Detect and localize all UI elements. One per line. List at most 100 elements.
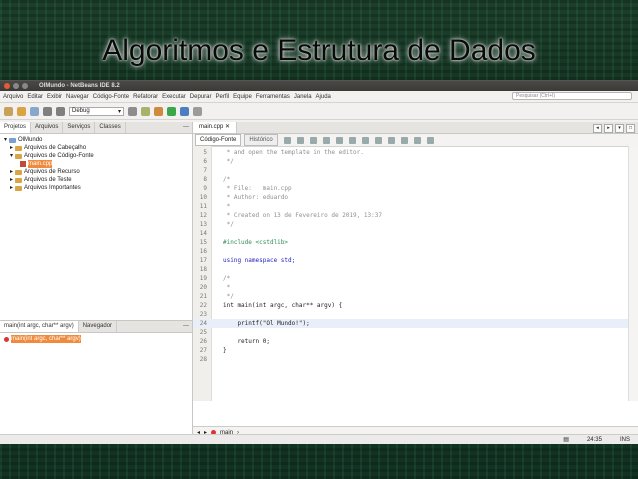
code-line[interactable]: 24 printf("Ol Mundo!"); [193,319,628,328]
tree-item-headers[interactable]: ▸ Arquivos de Cabeçalho [4,144,188,152]
code-line[interactable]: 23 [193,310,628,319]
code-line[interactable]: 10 * Author: eduardo [193,193,628,202]
code-line[interactable]: 21 */ [193,292,628,301]
notification-icon[interactable]: ▤ [563,436,569,443]
menu-equipe[interactable]: Equipe [233,94,252,100]
uncomment-icon[interactable] [426,136,434,144]
code-line[interactable]: 16 [193,247,628,256]
record-macro-icon[interactable] [387,136,395,144]
menu-perfil[interactable]: Perfil [215,94,229,100]
tree-item-project[interactable]: ▾ OlMundo [4,136,188,144]
menu-codigo-fonte[interactable]: Código-Fonte [93,94,129,100]
settings-icon[interactable] [128,106,137,116]
clean-build-icon[interactable] [154,106,163,116]
tree-item-tests[interactable]: ▸ Arquivos de Teste [4,176,188,184]
code-line[interactable]: 11 * [193,202,628,211]
pane-minimize-icon[interactable]: — [183,321,189,332]
code-line[interactable]: 17 using namespace std; [193,256,628,265]
maximize-icon[interactable]: □ [626,124,635,133]
code-line[interactable]: 8 /* [193,175,628,184]
code-line[interactable]: 12 * Created on 13 de Fevereiro de 2019,… [193,211,628,220]
menu-editar[interactable]: Editar [27,94,43,100]
undo-icon[interactable] [43,106,52,116]
redo-icon[interactable] [56,106,65,116]
tab-history[interactable]: Histórico [244,134,278,146]
new-file-icon[interactable] [4,106,13,116]
new-project-icon[interactable] [17,106,26,116]
tree-item-sources[interactable]: ▾ Arquivos de Código-Fonte [4,152,188,160]
code-line[interactable]: 5 * and open the template in the editor. [193,148,628,157]
maximize-icon[interactable] [22,83,28,89]
back-icon[interactable] [296,136,304,144]
tab-navegador[interactable]: Navegador [79,321,118,332]
build-icon[interactable] [141,106,150,116]
comment-icon[interactable] [413,136,421,144]
run-icon[interactable] [167,106,176,116]
tab-servicos[interactable]: Serviços [63,122,96,133]
code-editor[interactable]: 5 * and open the template in the editor.… [193,146,628,401]
line-number: 27 [199,347,207,354]
code-line[interactable]: 13 */ [193,220,628,229]
tree-item-important[interactable]: ▸ Arquivos Importantes [4,184,188,192]
line-number: 17 [199,257,207,264]
shift-left-icon[interactable] [361,136,369,144]
find-icon[interactable] [322,136,330,144]
tab-projetos[interactable]: Projetos [0,122,32,133]
code-line[interactable]: 7 [193,166,628,175]
shift-right-icon[interactable] [374,136,382,144]
code-line[interactable]: 27} [193,346,628,355]
stop-macro-icon[interactable] [400,136,408,144]
cpp-file-icon [20,161,26,167]
menu-ferramentas[interactable]: Ferramentas [256,94,290,100]
tree-item-resources[interactable]: ▸ Arquivos de Recurso [4,168,188,176]
code-line[interactable]: 15 #include <cstdlib> [193,238,628,247]
code-line[interactable]: 19 /* [193,274,628,283]
menu-ajuda[interactable]: Ajuda [316,94,331,100]
tab-source[interactable]: Código-Fonte [195,134,242,146]
code-line[interactable]: 9 * File: main.cpp [193,184,628,193]
last-edit-icon[interactable] [283,136,291,144]
tab-navigator-member[interactable]: main(int argc, char** argv) [0,321,79,332]
menu-janela[interactable]: Janela [294,94,312,100]
code-line[interactable]: 18 [193,265,628,274]
tab-main-cpp[interactable]: main.cpp ✕ [193,122,238,133]
menu-navegar[interactable]: Navegar [66,94,89,100]
scroll-right-icon[interactable]: ▸ [604,124,613,133]
code-line[interactable]: 20 * [193,283,628,292]
code-line[interactable]: 22 int main(int argc, char** argv) { [193,301,628,310]
forward-icon[interactable] [309,136,317,144]
config-combo[interactable]: Debug ▾ [69,106,124,116]
toggle-highlight-icon[interactable] [335,136,343,144]
line-number: 8 [203,176,207,183]
chevron-right-icon: ▸ [10,177,14,183]
tree-item-label: Arquivos de Código-Fonte [24,153,94,159]
projects-tabs: Projetos Arquivos Serviços Classes — [0,122,192,134]
debug-icon[interactable] [180,106,189,116]
search-input[interactable]: Pesquisar (Ctrl+I) [512,92,632,100]
close-icon[interactable] [4,83,10,89]
code-line[interactable]: 14 [193,229,628,238]
menu-exibir[interactable]: Exibir [47,94,62,100]
tab-list-icon[interactable]: ▾ [615,124,624,133]
tab-classes[interactable]: Classes [95,122,126,133]
navigator-item[interactable]: main(int argc, char** argv) [4,335,188,343]
code-line[interactable]: 26 return 0; [193,337,628,346]
menu-refatorar[interactable]: Refatorar [133,94,158,100]
code-line[interactable]: 28 [193,355,628,364]
profile-icon[interactable] [193,106,202,116]
line-number: 23 [199,311,207,318]
pane-minimize-icon[interactable]: — [183,122,189,133]
bookmark-icon[interactable] [348,136,356,144]
tab-arquivos[interactable]: Arquivos [31,122,64,133]
code-line[interactable]: 25 [193,328,628,337]
menu-executar[interactable]: Executar [162,94,186,100]
close-icon[interactable]: ✕ [225,124,230,130]
menu-depurar[interactable]: Depurar [190,94,212,100]
menu-arquivo[interactable]: Arquivo [3,94,23,100]
open-icon[interactable] [30,106,39,116]
tree-item-main-cpp[interactable]: main.cpp [4,160,188,168]
minimize-icon[interactable] [13,83,19,89]
vertical-scrollbar[interactable] [628,146,638,401]
scroll-left-icon[interactable]: ◂ [593,124,602,133]
code-line[interactable]: 6 */ [193,157,628,166]
